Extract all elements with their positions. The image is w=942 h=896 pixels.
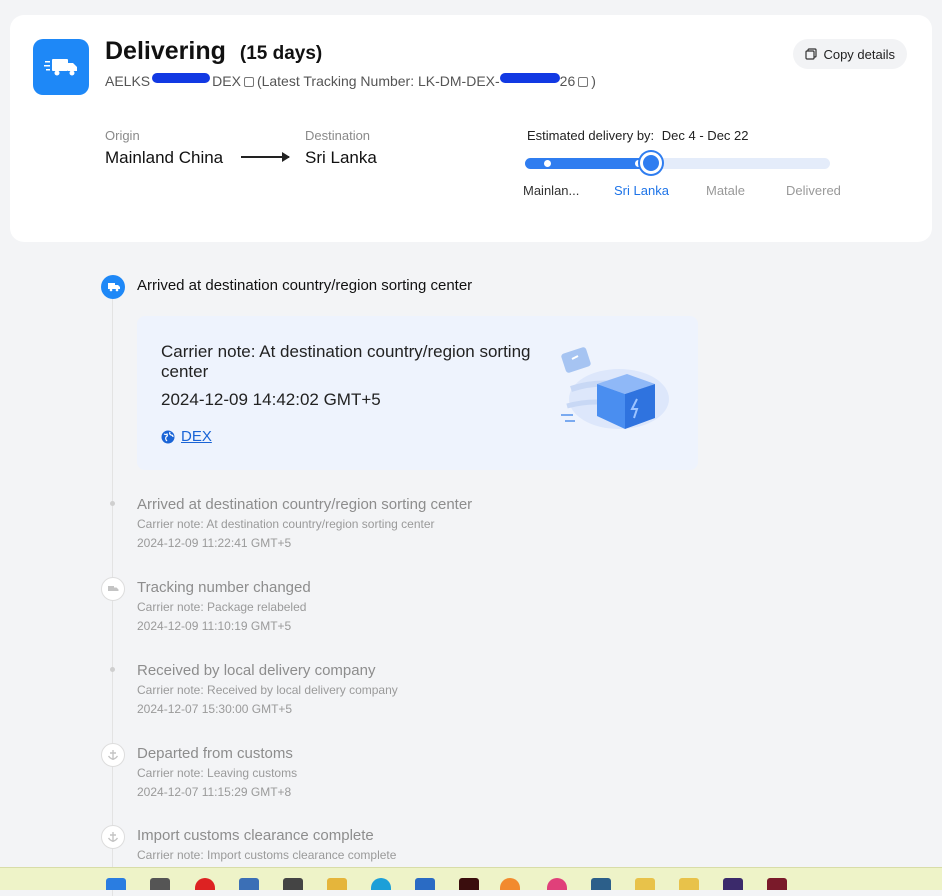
stage-delivered: Delivered — [786, 183, 841, 198]
timeline-dot — [110, 667, 115, 672]
origin-label: Origin — [105, 128, 140, 143]
latest-tracking-close: ) — [591, 73, 596, 89]
timeline-dot — [110, 501, 115, 506]
event-note: Carrier note: Received by local delivery… — [137, 683, 398, 697]
copy-tracking-icon[interactable] — [243, 77, 254, 87]
progress-current-marker — [640, 152, 662, 174]
app-icon[interactable] — [150, 878, 170, 890]
destination-label: Destination — [305, 128, 371, 143]
shield-app-icon[interactable] — [283, 878, 303, 890]
event-title: Import customs clearance complete — [137, 827, 374, 844]
timeline-current-dot — [101, 275, 125, 299]
notes-icon[interactable] — [679, 878, 699, 890]
progress-stage-dot — [543, 159, 552, 168]
power-icon[interactable] — [195, 878, 215, 890]
event-note: Carrier note: Import customs clearance c… — [137, 848, 397, 862]
status-title: Delivering — [105, 37, 226, 65]
event-note: Carrier note: Package relabeled — [137, 600, 307, 614]
origin-value: Mainland China — [105, 148, 224, 167]
timeline-event: Tracking number changed Carrier note: Pa… — [137, 579, 311, 633]
redaction-mark — [152, 73, 211, 83]
event-time: 2024-12-07 15:30:00 GMT+5 — [137, 702, 293, 716]
timeline-event: Import customs clearance complete Carrie… — [137, 827, 396, 867]
timeline-event: Departed from customs Carrier note: Leav… — [137, 745, 297, 799]
carrier-name[interactable]: DEX — [181, 428, 212, 445]
event-time: 2024-12-09 11:22:41 GMT+5 — [137, 536, 292, 550]
tracking-number-line: AELKS DEX (Latest Tracking Number: LK-DM… — [105, 73, 596, 89]
delivery-truck-logo — [33, 39, 89, 95]
start-icon[interactable] — [106, 878, 126, 890]
rider-icon[interactable] — [767, 878, 787, 890]
stage-destination: Sri Lanka — [614, 183, 669, 198]
shipment-summary-card: Delivering (15 days) AELKS DEX (Latest T… — [10, 15, 932, 242]
eta-label: Estimated delivery by: — [527, 128, 655, 143]
latest-tracking-label: (Latest Tracking Number: LK-DM-DEX- — [256, 73, 500, 89]
store-icon[interactable] — [415, 878, 435, 890]
customs-anchor-icon — [101, 825, 125, 849]
copy-details-label: Copy details — [823, 46, 895, 62]
os-taskbar — [0, 867, 942, 890]
stage-city: Matale — [706, 183, 746, 198]
app-icon[interactable] — [547, 878, 567, 890]
redaction-mark — [499, 73, 560, 83]
current-event-card: Carrier note: At destination country/reg… — [137, 316, 698, 470]
app-icon[interactable] — [591, 878, 611, 890]
event-note: Carrier note: At destination country/reg… — [137, 517, 435, 531]
globe-icon — [161, 430, 175, 443]
copy-latest-tracking-icon[interactable] — [578, 77, 589, 87]
stage-origin: Mainlan... — [523, 183, 580, 198]
route-arrow-icon — [241, 152, 290, 162]
copy-icon — [805, 48, 818, 60]
timeline-event: Received by local delivery company Carri… — [137, 662, 398, 716]
destination-value: Sri Lanka — [305, 148, 377, 167]
copy-details-button[interactable]: Copy details — [793, 39, 907, 69]
relabel-truck-icon — [101, 577, 125, 601]
current-event-note: Carrier note: At destination country/reg… — [161, 342, 531, 381]
delivery-progress-bar — [525, 152, 830, 174]
status-duration: (15 days) — [239, 43, 323, 64]
firefox-icon[interactable] — [500, 878, 520, 890]
event-note: Carrier note: Leaving customs — [137, 766, 298, 780]
phpstorm-icon[interactable] — [723, 878, 743, 890]
carrier-link[interactable]: DEX — [161, 428, 212, 445]
notes-icon[interactable] — [635, 878, 655, 890]
browser-icon[interactable] — [371, 878, 391, 890]
tracking-number-suffix: DEX — [212, 73, 241, 89]
timeline-event: Arrived at destination country/region so… — [137, 496, 472, 550]
illustrator-icon[interactable] — [459, 878, 479, 890]
package-illustration — [561, 347, 669, 429]
estimated-delivery: Estimated delivery by: Dec 4 - Dec 22 — [527, 128, 749, 143]
event-time: 2024-12-09 11:10:19 GMT+5 — [137, 619, 292, 633]
eta-range: Dec 4 - Dec 22 — [661, 128, 749, 143]
current-event-title: Arrived at destination country/region so… — [137, 277, 473, 294]
tracking-number-prefix: AELKS — [105, 73, 151, 89]
event-title: Received by local delivery company — [137, 662, 376, 679]
truck-icon — [44, 59, 77, 76]
customs-anchor-icon — [101, 743, 125, 767]
current-event-time: 2024-12-09 14:42:02 GMT+5 — [161, 390, 381, 409]
event-title: Arrived at destination country/region so… — [137, 496, 473, 513]
event-title: Tracking number changed — [137, 579, 311, 596]
event-title: Departed from customs — [137, 745, 293, 762]
chart-app-icon[interactable] — [239, 878, 259, 890]
latest-tracking-end: 26 — [559, 73, 576, 89]
folder-icon[interactable] — [327, 878, 347, 890]
event-time: 2024-12-07 11:15:29 GMT+8 — [137, 785, 292, 799]
truck-icon — [108, 283, 120, 292]
